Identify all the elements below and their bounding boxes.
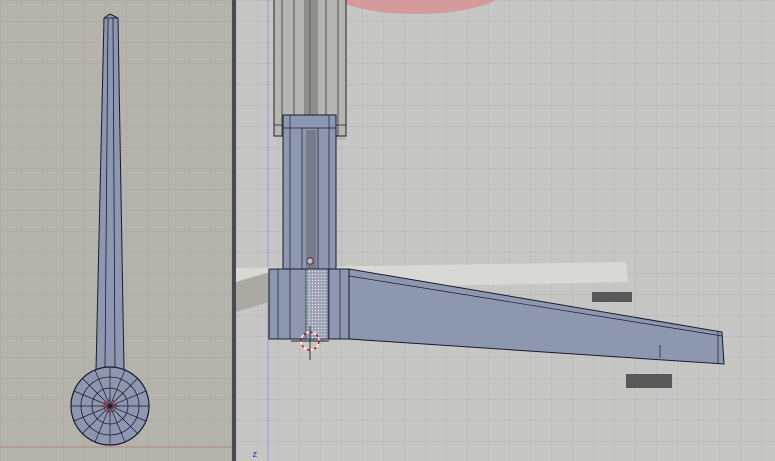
viewport-top[interactable] — [0, 0, 232, 461]
axis-label-z: z — [252, 450, 258, 460]
viewport-front[interactable]: z — [236, 0, 775, 461]
viewport-top-canvas[interactable] — [0, 0, 232, 461]
object-origin-dot — [306, 257, 314, 265]
viewport-front-canvas[interactable] — [236, 0, 775, 461]
